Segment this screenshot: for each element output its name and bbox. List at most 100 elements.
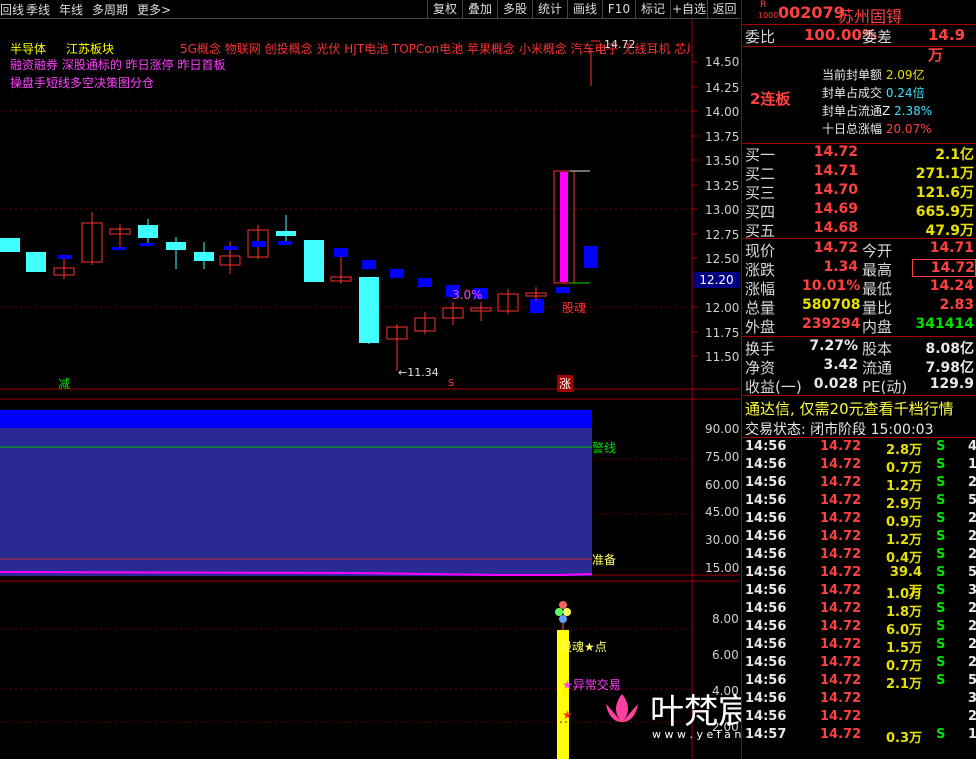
tag-list: 融资融券 深股通标的 昨日涨停 昨日首板	[10, 58, 226, 72]
tick-price: 14.72	[820, 691, 862, 706]
bid-row[interactable]: 买四 14.69 665.9万	[742, 201, 976, 221]
stat-value: 0.028	[813, 376, 858, 392]
stat-label: 涨幅	[745, 280, 776, 298]
seal-value: 2.09亿	[885, 68, 925, 82]
tab-multi-period[interactable]: 多周期	[92, 1, 128, 18]
tick-row: 14:56 14.72 1.5万 S 2	[742, 637, 976, 656]
tick-price: 14.72	[820, 565, 862, 580]
add-favorite-button[interactable]: +自选	[670, 0, 707, 18]
tick-row: 14:56 14.72 0.9万 S 2	[742, 511, 976, 530]
tick-side: S	[936, 583, 946, 598]
bid-volume: 271.1万	[915, 166, 974, 182]
stat-label: 最低	[862, 280, 893, 298]
tick-row: 14:56 14.72 0.7万 S 1	[742, 457, 976, 476]
tick-time: 14:56	[745, 511, 787, 526]
seal-label: 封单占成交	[822, 86, 883, 100]
stat-row: 涨幅 10.01% 最低 14.24	[742, 278, 976, 298]
stat-value: 7.27%	[809, 338, 858, 354]
tick-count: 4	[968, 439, 976, 454]
stat-value: 341414	[915, 316, 974, 332]
stat-label: 总量	[745, 299, 776, 317]
price-axis-label: 12.50	[705, 252, 740, 266]
draw-line-button[interactable]: 画线	[567, 0, 602, 18]
tick-volume: 1.0万	[885, 587, 922, 602]
tab-year-line[interactable]: 年线	[59, 1, 83, 18]
tick-row: 14:56 14.72 1.8万 S 2	[742, 601, 976, 620]
stat-label: 涨跌	[745, 261, 776, 279]
fuquan-button[interactable]: 复权	[427, 0, 462, 18]
indicator-axis-label: 75.00	[705, 450, 740, 464]
stat-value: 8.08亿	[925, 341, 974, 357]
trade-state: 交易状态: 闭市阶段 15:00:03	[745, 422, 934, 438]
tick-count: 2	[968, 637, 976, 652]
kline-chart-area[interactable]	[0, 19, 740, 759]
marker-zhang: 涨	[557, 375, 574, 392]
bid-price: 14.70	[813, 182, 858, 198]
tick-count: 2	[968, 529, 976, 544]
indicator-axis-label: 90.00	[705, 422, 740, 436]
bid-label: 买三	[745, 184, 776, 202]
stat-value: 239294	[802, 316, 861, 332]
stats-button[interactable]: 统计	[532, 0, 567, 18]
seal-stats: 当前封单额 2.09亿 封单占成交 0.24倍 封单占流通Z 2.38% 十日总…	[822, 66, 932, 138]
notice-link[interactable]: 通达信, 仅需20元查看千档行情	[745, 398, 954, 419]
bid-row[interactable]: 买一 14.72 2.1亿	[742, 144, 976, 164]
stat-row: 收益(一) 0.028 PE(动) 129.9	[742, 376, 976, 396]
tick-price: 14.72	[820, 475, 862, 490]
bid-volume: 47.9万	[925, 223, 974, 239]
tick-count: 5	[968, 493, 976, 508]
stat-label: 外盘	[745, 318, 776, 336]
tick-volume: 1.2万	[885, 533, 922, 548]
tick-time: 14:56	[745, 547, 787, 562]
sector-label: 半导体	[10, 42, 47, 56]
tick-price: 14.72	[820, 619, 862, 634]
tick-price: 14.72	[820, 709, 862, 724]
marker-s: s	[448, 375, 455, 389]
tick-side: S	[936, 619, 946, 634]
tick-side: S	[936, 475, 946, 490]
tick-row: 14:56 14.72 1.2万 S 2	[742, 475, 976, 494]
tick-price: 14.72	[820, 511, 862, 526]
bid-row[interactable]: 买三 14.70 121.6万	[742, 182, 976, 202]
guhun-label: 股魂	[562, 301, 587, 315]
bid-label: 买一	[745, 146, 776, 164]
price-axis-label: 14.00	[705, 105, 740, 119]
tick-volume: 0.4万	[885, 551, 922, 566]
tick-row: 14:56 14.72 2.8万 S 4	[742, 439, 976, 458]
stat-label: 内盘	[862, 318, 893, 336]
stat-value: 14.24	[929, 278, 974, 294]
tick-time: 14:56	[745, 637, 787, 652]
seal-label: 封单占流通Z	[822, 104, 891, 118]
seal-label: 十日总涨幅	[822, 122, 883, 136]
stat-value: 10.01%	[802, 278, 861, 294]
tick-side: S	[936, 727, 946, 742]
tab-huixian[interactable]: 回线	[0, 1, 24, 18]
tick-side: S	[936, 439, 946, 454]
tick-price: 14.72	[820, 583, 862, 598]
indicator-name: 操盘手短线多空决策图分仓	[10, 76, 155, 90]
mark-button[interactable]: 标记	[635, 0, 670, 18]
stat-value: 14.71	[929, 240, 974, 256]
f10-button[interactable]: F10	[602, 0, 635, 18]
price-axis-label: 13.00	[705, 203, 740, 217]
tick-count: 2	[968, 601, 976, 616]
tab-quarter-line[interactable]: 季线	[26, 1, 50, 18]
bid-label: 买二	[745, 165, 776, 183]
price-axis-label: 12.75	[705, 228, 740, 242]
tick-volume: 6.0万	[885, 623, 922, 638]
bid-row[interactable]: 买二 14.71 271.1万	[742, 163, 976, 183]
r-badge: R	[760, 0, 767, 10]
weicha-label: 委差	[862, 28, 893, 46]
tick-side: S	[936, 601, 946, 616]
seal-value: 2.38%	[894, 104, 933, 118]
tick-count: 3	[968, 691, 976, 706]
back-button[interactable]: 返回	[707, 0, 741, 18]
tick-side: S	[936, 457, 946, 472]
overlay-button[interactable]: 叠加	[462, 0, 497, 18]
bid-row[interactable]: 买五 14.68 47.9万	[742, 220, 976, 240]
tab-more[interactable]: 更多>	[137, 1, 171, 18]
tick-row: 14:57 14.72 0.3万 S 1	[742, 727, 976, 746]
seal-value: 20.07%	[885, 122, 932, 136]
multi-stock-button[interactable]: 多股	[497, 0, 532, 18]
signal-axis-label: 8.00	[712, 612, 739, 626]
